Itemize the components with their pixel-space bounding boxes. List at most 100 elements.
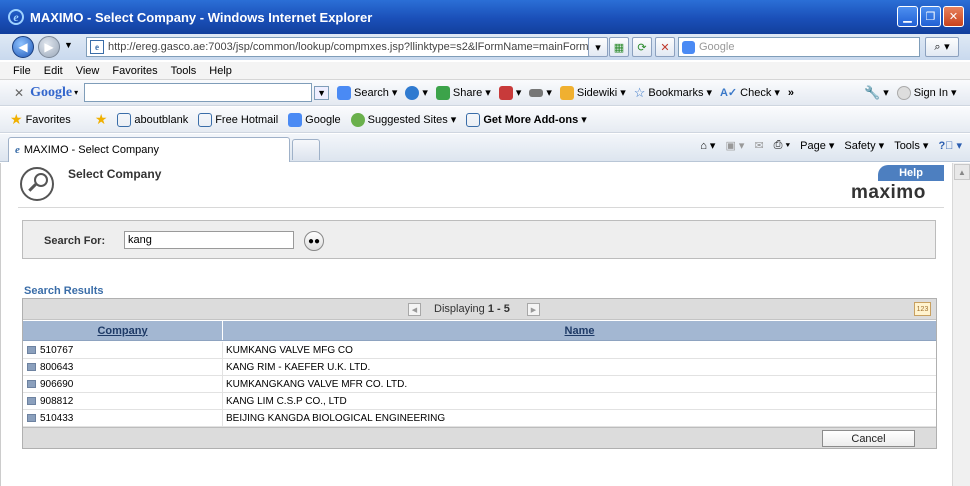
toolbar-sidewiki[interactable]: Sidewiki ▾ (559, 85, 626, 100)
table-row[interactable]: 908812 KANG LIM C.S.P CO., LTD (23, 393, 936, 410)
mail-icon[interactable]: ✉ (754, 139, 763, 152)
google-toolbar: ✕ Google ▾ ▼ Search ▾ ▾ Share ▾ ▾ ▾ Side… (0, 80, 970, 106)
table-row[interactable]: 510433 BEIJING KANGDA BIOLOGICAL ENGINEE… (23, 410, 936, 427)
close-toolbar-icon[interactable]: ✕ (14, 86, 24, 100)
search-for-input[interactable] (124, 231, 294, 249)
user-icon (896, 85, 911, 100)
history-dropdown-icon[interactable]: ▼ (64, 40, 73, 50)
add-favorite-icon[interactable]: ★ (95, 111, 108, 128)
window-titlebar: e MAXIMO - Select Company - Windows Inte… (0, 0, 970, 34)
google-icon (682, 40, 695, 54)
row-select-icon[interactable] (27, 363, 36, 371)
company-cell[interactable]: 908812 (40, 396, 73, 407)
toolbar-check[interactable]: A✓ Check ▾ (720, 86, 780, 100)
scroll-up-icon[interactable]: ▲ (954, 164, 970, 180)
table-row[interactable]: 510767 KUMKANG VALVE MFG CO (23, 342, 936, 359)
search-for-label: Search For: (44, 235, 106, 247)
menu-tools[interactable]: Tools (171, 65, 197, 77)
menu-bar: File Edit View Favorites Tools Help (0, 62, 970, 80)
menu-favorites[interactable]: Favorites (112, 65, 157, 77)
new-tab-button[interactable] (292, 139, 320, 160)
row-select-icon[interactable] (27, 397, 36, 405)
window-title: MAXIMO - Select Company - Windows Intern… (30, 9, 373, 25)
tools-menu[interactable]: Tools ▾ (894, 139, 928, 152)
google-search-input[interactable] (84, 83, 313, 102)
cancel-button[interactable]: Cancel (822, 430, 915, 447)
page-icon (198, 112, 213, 127)
address-url[interactable]: http://ereg.gasco.ae:7003/jsp/common/loo… (108, 41, 592, 53)
menu-file[interactable]: File (13, 65, 31, 77)
download-icon[interactable]: 123 (914, 302, 931, 316)
wrench-icon: 🔧 (864, 84, 881, 100)
minimize-icon[interactable]: ▁ (897, 6, 918, 27)
google-search-dropdown-icon[interactable]: ▼ (314, 85, 329, 100)
toolbar-wrench-icon[interactable]: 🔧 ▾ (864, 85, 889, 101)
fav-aboutblank[interactable]: aboutblank (117, 112, 188, 127)
column-header-company[interactable]: Company (23, 321, 223, 340)
menu-edit[interactable]: Edit (44, 65, 63, 77)
autofill-icon (529, 88, 544, 97)
table-row[interactable]: 800643 KANG RIM - KAEFER U.K. LTD. (23, 359, 936, 376)
close-icon[interactable]: ✕ (943, 6, 964, 27)
toolbar-search[interactable]: Search ▾ (337, 85, 397, 100)
safety-menu[interactable]: Safety ▾ (844, 139, 884, 152)
toolbar-sign-in[interactable]: Sign In ▾ (896, 85, 957, 100)
favorites-button[interactable]: ★ Favorites (10, 111, 71, 128)
row-select-icon[interactable] (27, 346, 36, 354)
refresh-icon[interactable]: ⟳ (632, 37, 652, 57)
name-cell[interactable]: KUMKANGKANG VALVE MFR CO. LTD. (223, 379, 407, 390)
company-cell[interactable]: 510433 (40, 413, 73, 424)
toolbar-share[interactable]: Share ▾ (435, 85, 491, 100)
home-icon[interactable]: ⌂ ▾ (700, 139, 715, 152)
feeds-icon[interactable]: ▣ ▾ (725, 139, 744, 152)
restore-icon[interactable]: ❐ (920, 6, 941, 27)
column-header-name[interactable]: Name (223, 321, 936, 340)
toolbar-more-icon[interactable]: » (788, 87, 794, 99)
toolbar-popup-blocker[interactable]: ▾ (498, 85, 521, 100)
suggested-sites-icon (350, 112, 365, 127)
fav-suggested-sites[interactable]: Suggested Sites ▾ (350, 112, 456, 127)
share-icon (435, 85, 450, 100)
address-dropdown-icon[interactable]: ▾ (588, 37, 608, 57)
tab-label: MAXIMO - Select Company (23, 144, 159, 156)
name-cell[interactable]: KUMKANG VALVE MFG CO (223, 345, 353, 356)
page-menu[interactable]: Page ▾ (800, 139, 834, 152)
table-header: Company Name (23, 321, 936, 341)
company-cell[interactable]: 510767 (40, 345, 73, 356)
name-cell[interactable]: KANG RIM - KAEFER U.K. LTD. (223, 362, 370, 373)
ie-logo-icon: e (8, 9, 24, 25)
vertical-scrollbar[interactable]: ▲ (952, 163, 970, 486)
table-row[interactable]: 906690 KUMKANGKANG VALVE MFR CO. LTD. (23, 376, 936, 393)
search-button[interactable]: ⌕ ▾ (925, 37, 959, 57)
forward-button[interactable]: ▶ (38, 36, 60, 58)
fav-get-more-addons[interactable]: Get More Add-ons ▾ (466, 112, 587, 127)
command-bar: ⌂ ▾ ▣ ▾ ✉ ⎙ ▾ Page ▾ Safety ▾ Tools ▾ ?⃝… (700, 139, 962, 152)
company-cell[interactable]: 906690 (40, 379, 73, 390)
toolbar-bookmarks[interactable]: ☆ Bookmarks ▾ (634, 85, 712, 101)
name-cell[interactable]: KANG LIM C.S.P CO., LTD (223, 396, 347, 407)
compat-view-icon[interactable]: ▦ (609, 37, 629, 57)
chevron-down-icon[interactable]: ▾ (74, 88, 78, 97)
plus-icon (405, 85, 420, 100)
name-cell[interactable]: BEIJING KANGDA BIOLOGICAL ENGINEERING (223, 413, 445, 424)
menu-view[interactable]: View (76, 65, 100, 77)
toolbar-plus-icon[interactable]: ▾ (405, 85, 428, 100)
menu-help[interactable]: Help (209, 65, 232, 77)
binoculars-icon[interactable]: ●● (304, 231, 324, 251)
back-button[interactable]: ◀ (12, 36, 34, 58)
print-icon[interactable]: ⎙ ▾ (774, 139, 790, 152)
search-input[interactable]: Google (678, 37, 920, 57)
stop-icon[interactable]: ✕ (655, 37, 675, 57)
help-icon[interactable]: ?⃝ ▾ (938, 139, 962, 152)
help-link[interactable]: Help (878, 165, 944, 181)
tab-maximo-select-company[interactable]: e MAXIMO - Select Company (8, 137, 290, 162)
company-cell[interactable]: 800643 (40, 362, 73, 373)
next-page-icon[interactable]: ▶ (527, 303, 540, 316)
fav-free-hotmail[interactable]: Free Hotmail (198, 112, 278, 127)
address-bar[interactable]: e http://ereg.gasco.ae:7003/jsp/common/l… (86, 37, 602, 57)
row-select-icon[interactable] (27, 380, 36, 388)
toolbar-autofill[interactable]: ▾ (529, 86, 552, 99)
previous-page-icon[interactable]: ◀ (408, 303, 421, 316)
fav-google[interactable]: Google (288, 112, 341, 127)
row-select-icon[interactable] (27, 414, 36, 422)
